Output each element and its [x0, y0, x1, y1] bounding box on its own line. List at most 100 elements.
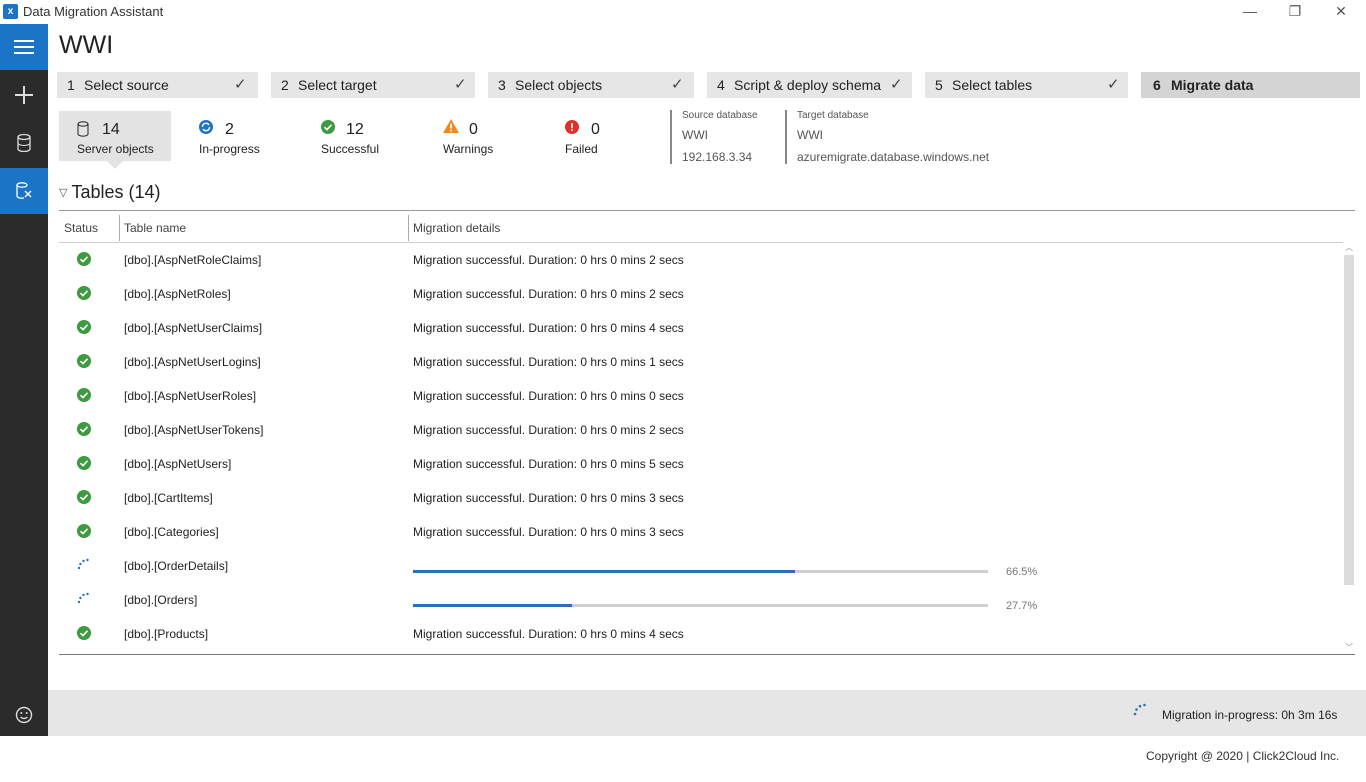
page-title: WWI	[59, 31, 114, 59]
scroll-up-arrow-icon[interactable]: ︿	[1343, 243, 1355, 253]
wizard-steps: 1 Select source ✓ 2 Select target ✓ 3 Se…	[57, 72, 1360, 98]
warnings-label: Warnings	[443, 142, 494, 156]
progress-bar	[413, 604, 988, 607]
migration-detail: Migration successful. Duration: 0 hrs 0 …	[413, 491, 684, 505]
step-select-tables[interactable]: 5 Select tables ✓	[925, 72, 1128, 98]
step-label: Select tables	[952, 77, 1033, 93]
grid-scrollbar[interactable]: ︿ ﹀	[1343, 243, 1355, 654]
success-icon	[77, 456, 91, 470]
step-select-target[interactable]: 2 Select target ✓	[271, 72, 475, 98]
success-icon	[77, 626, 91, 640]
migration-detail: Migration successful. Duration: 0 hrs 0 …	[413, 457, 684, 471]
table-row[interactable]: [dbo].[Categories] Migration successful. …	[59, 515, 1343, 549]
table-row[interactable]: [dbo].[AspNetUsers] Migration successful.…	[59, 447, 1343, 481]
step-number: 2	[281, 77, 289, 93]
table-name: [dbo].[OrderDetails]	[124, 559, 229, 573]
target-db-name: WWI	[797, 128, 823, 142]
tile-server-objects[interactable]: 14 Server objects	[59, 111, 171, 161]
progress-percent: 27.7%	[1006, 600, 1038, 612]
tables-section-toggle[interactable]: ▽ Tables (14)	[59, 182, 161, 203]
migration-detail: Migration successful. Duration: 0 hrs 0 …	[413, 287, 684, 301]
smiley-icon	[15, 706, 33, 724]
table-row[interactable]: [dbo].[Products] Migration successful. Du…	[59, 617, 1343, 651]
success-icon	[77, 320, 91, 334]
restore-button[interactable]: ❐	[1272, 0, 1318, 24]
step-number: 6	[1153, 77, 1161, 93]
step-select-objects[interactable]: 3 Select objects ✓	[488, 72, 694, 98]
hamburger-icon	[14, 40, 34, 54]
table-row[interactable]: [dbo].[AspNetUserTokens] Migration succes…	[59, 413, 1343, 447]
tile-failed[interactable]: 0 Failed	[565, 111, 635, 161]
divider	[59, 210, 1355, 211]
table-row[interactable]: [dbo].[Orders] 27.7%	[59, 583, 1343, 617]
column-header-table-name[interactable]: Table name	[124, 215, 186, 241]
copyright-text: Copyright @ 2020 | Click2Cloud Inc.	[1146, 749, 1340, 763]
column-resize-handle[interactable]	[119, 215, 120, 241]
table-row[interactable]: [dbo].[CartItems] Migration successful. D…	[59, 481, 1343, 515]
spinner-icon	[77, 558, 91, 572]
step-script-deploy-schema[interactable]: 4 Script & deploy schema ✓	[707, 72, 912, 98]
migration-status-text: Migration in-progress: 0h 3m 16s	[1162, 708, 1338, 722]
success-icon	[77, 524, 91, 538]
success-icon	[77, 422, 91, 436]
server-objects-count: 14	[102, 121, 120, 138]
step-label: Select source	[84, 77, 169, 93]
success-icon	[77, 354, 91, 368]
tables-heading: Tables (14)	[71, 182, 161, 202]
database-icon	[17, 134, 31, 152]
scroll-thumb[interactable]	[1344, 255, 1354, 585]
feedback-button[interactable]	[0, 692, 48, 738]
in-progress-icon	[199, 120, 213, 134]
column-header-migration-details[interactable]: Migration details	[413, 215, 500, 241]
scroll-down-arrow-icon[interactable]: ﹀	[1343, 643, 1355, 653]
source-database-info: Source database WWI 192.168.3.34	[670, 110, 758, 164]
close-button[interactable]: ✕	[1318, 0, 1364, 24]
in-progress-count: 2	[225, 121, 234, 138]
migration-detail: Migration successful. Duration: 0 hrs 0 …	[413, 321, 684, 335]
app-title: Data Migration Assistant	[23, 4, 164, 19]
step-divider	[475, 72, 484, 98]
column-header-status[interactable]: Status	[64, 215, 98, 241]
tile-warnings[interactable]: 0 Warnings	[443, 111, 523, 161]
step-number: 5	[935, 77, 943, 93]
checkmark-icon: ✓	[1107, 76, 1120, 93]
target-db-heading: Target database	[797, 110, 869, 121]
warning-icon	[443, 119, 459, 133]
progress-bar-fill	[413, 570, 796, 573]
table-row[interactable]: [dbo].[OrderDetails] 66.5%	[59, 549, 1343, 583]
target-db-server: azuremigrate.database.windows.net	[797, 150, 990, 164]
new-project-button[interactable]	[0, 72, 48, 118]
step-label: Select objects	[515, 77, 603, 93]
tile-successful[interactable]: 12 Successful	[321, 111, 401, 161]
assessments-button[interactable]	[0, 120, 48, 166]
table-name: [dbo].[AspNetUserTokens]	[124, 423, 264, 437]
table-name: [dbo].[AspNetRoleClaims]	[124, 253, 262, 267]
warnings-count: 0	[469, 121, 478, 138]
minimize-button[interactable]: —	[1227, 0, 1273, 24]
nav-rail	[0, 24, 48, 736]
table-name: [dbo].[AspNetUserLogins]	[124, 355, 261, 369]
source-db-name: WWI	[682, 128, 708, 142]
server-objects-label: Server objects	[77, 142, 154, 156]
success-icon	[77, 388, 91, 402]
error-icon	[565, 120, 579, 134]
table-row[interactable]: [dbo].[AspNetUserClaims] Migration succes…	[59, 311, 1343, 345]
table-row[interactable]: [dbo].[AspNetUserRoles] Migration success…	[59, 379, 1343, 413]
step-number: 1	[67, 77, 75, 93]
migrations-button[interactable]	[0, 168, 48, 214]
table-row[interactable]: [dbo].[AspNetRoleClaims] Migration succes…	[59, 243, 1343, 277]
step-label: Migrate data	[1171, 77, 1254, 93]
step-divider	[1128, 72, 1137, 98]
table-name: [dbo].[Products]	[124, 627, 209, 641]
migration-icon	[16, 182, 32, 199]
step-select-source[interactable]: 1 Select source ✓	[57, 72, 258, 98]
table-row[interactable]: [dbo].[AspNetRoles] Migration successful.…	[59, 277, 1343, 311]
spinner-icon	[77, 592, 91, 606]
menu-button[interactable]	[0, 24, 48, 70]
checkmark-icon: ✓	[454, 76, 467, 93]
table-row[interactable]: [dbo].[AspNetUserLogins] Migration succes…	[59, 345, 1343, 379]
column-resize-handle[interactable]	[408, 215, 409, 241]
tile-in-progress[interactable]: 2 In-progress	[199, 111, 279, 161]
checkmark-icon: ✓	[234, 76, 247, 93]
step-migrate-data[interactable]: 6 Migrate data	[1141, 72, 1360, 98]
